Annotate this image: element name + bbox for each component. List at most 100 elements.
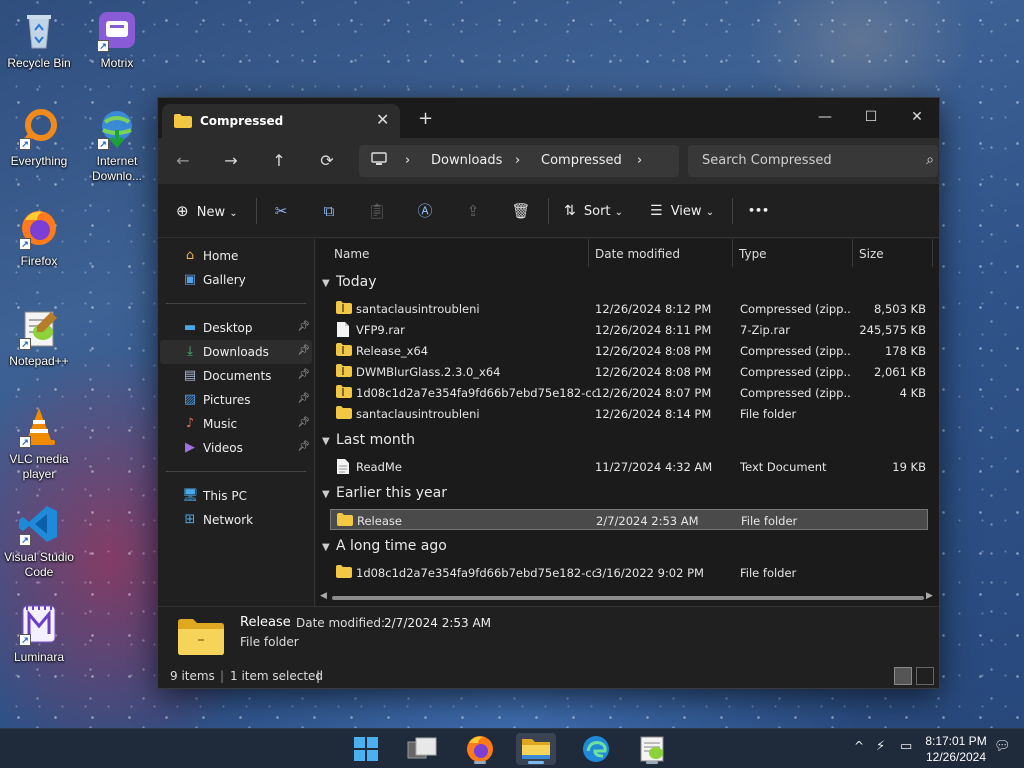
paste-icon[interactable]: 📋︎: [364, 200, 390, 222]
desktop-icon-label: Luminara: [13, 650, 65, 664]
desktop-icon-recycle-bin[interactable]: Recycle Bin: [0, 8, 78, 71]
more-options-button[interactable]: •••: [748, 200, 769, 222]
column-header-date[interactable]: Date modified: [595, 247, 680, 261]
taskbar-firefox[interactable]: [460, 733, 500, 765]
sidebar-item-desktop[interactable]: ▬ Desktop 📌︎: [160, 316, 312, 340]
pin-icon: 📌︎: [297, 417, 310, 428]
column-divider[interactable]: [932, 239, 933, 267]
sidebar-item-videos[interactable]: ▶ Videos 📌︎: [160, 436, 312, 460]
column-divider[interactable]: [588, 239, 589, 267]
desktop-icon-vscode[interactable]: ↗ Visual Studio Code: [0, 502, 78, 580]
sidebar-item-documents[interactable]: ▤ Documents 📌︎: [160, 364, 312, 388]
group-header-today[interactable]: ▼ Today: [322, 274, 377, 290]
group-header-earlier-this-year[interactable]: ▼ Earlier this year: [322, 485, 447, 501]
rename-icon[interactable]: Ⓐ: [412, 200, 438, 222]
taskbar-edge[interactable]: [576, 733, 616, 765]
refresh-icon[interactable]: ⟳: [312, 148, 342, 174]
share-icon[interactable]: ⇪: [460, 200, 486, 222]
desktop-icon-firefox[interactable]: ↗ Firefox: [0, 206, 78, 269]
search-input[interactable]: Search Compressed ⌕: [688, 145, 938, 177]
horizontal-scrollbar[interactable]: ◀ ▶: [320, 591, 935, 603]
sidebar-item-home[interactable]: ⌂ Home: [160, 244, 312, 268]
sidebar-item-pictures[interactable]: ▨ Pictures 📌︎: [160, 388, 312, 412]
view-label: View: [670, 204, 702, 219]
back-arrow-icon[interactable]: ←: [168, 148, 198, 174]
sort-button[interactable]: ⇅ Sort ⌄: [564, 200, 623, 222]
list-item[interactable]: 1d08c1d2a7e354fa9fd66b7ebd75e182-cde... …: [330, 382, 928, 403]
sidebar-item-network[interactable]: ⊞ Network: [160, 508, 312, 532]
desktop-icon-vlc[interactable]: ↗ VLC media player: [0, 404, 78, 482]
desktop-icon-internet-download-manager[interactable]: ↗ Internet Downlo...: [78, 106, 156, 184]
list-item[interactable]: ReadMe 11/27/2024 4:32 AM Text Document …: [330, 456, 928, 477]
details-view-icon[interactable]: [894, 667, 912, 685]
address-bar[interactable]: › Downloads › Compressed ›: [359, 145, 679, 177]
tab-compressed[interactable]: Compressed ✕: [162, 104, 400, 138]
sidebar-item-downloads[interactable]: ⤓ Downloads 📌︎: [160, 340, 312, 364]
everything-search-icon: ↗: [17, 106, 61, 150]
file-date: 12/26/2024 8:07 PM: [595, 386, 712, 400]
column-divider[interactable]: [852, 239, 853, 267]
network-icon: ⊞: [184, 512, 196, 527]
group-header-last-month[interactable]: ▼ Last month: [322, 432, 415, 448]
sidebar-item-label: Documents: [203, 369, 272, 383]
search-placeholder: Search Compressed: [702, 153, 832, 168]
list-item[interactable]: 1d08c1d2a7e354fa9fd66b7ebd75e182-cde... …: [330, 562, 928, 583]
column-header-size[interactable]: Size: [859, 247, 884, 261]
forward-arrow-icon[interactable]: →: [216, 148, 246, 174]
item-count: 9 items: [170, 669, 215, 683]
shortcut-arrow-icon: ↗: [19, 634, 31, 646]
gallery-icon: ▣: [183, 272, 197, 287]
desktop-icon-everything[interactable]: ↗ Everything: [0, 106, 78, 169]
file-date: 2/7/2024 2:53 AM: [596, 514, 699, 528]
minimize-button[interactable]: —: [802, 102, 848, 132]
group-header-long-time-ago[interactable]: ▼ A long time ago: [322, 538, 447, 554]
desktop-icon-label: Visual Studio Code: [4, 550, 74, 579]
copy-icon[interactable]: ⧉: [316, 200, 342, 222]
close-window-button[interactable]: ✕: [894, 102, 940, 132]
start-button[interactable]: [346, 733, 386, 765]
new-tab-button[interactable]: +: [418, 108, 433, 129]
new-button[interactable]: ⊕ New ⌄: [176, 200, 238, 222]
sidebar-item-label: Downloads: [203, 345, 269, 359]
list-item[interactable]: santaclausintroubleni 12/26/2024 8:12 PM…: [330, 298, 928, 319]
column-header-name[interactable]: Name: [334, 247, 369, 261]
sidebar-item-this-pc[interactable]: 🖥︎ This PC: [160, 484, 312, 508]
column-header-type[interactable]: Type: [739, 247, 767, 261]
notification-icon[interactable]: 💬︎: [994, 739, 1011, 754]
file-type: File folder: [741, 514, 798, 528]
scroll-right-icon[interactable]: ▶: [926, 591, 933, 601]
show-hidden-icons-chevron[interactable]: ^: [854, 739, 864, 753]
scroll-left-icon[interactable]: ◀: [320, 591, 327, 601]
sidebar-item-music[interactable]: ♪ Music 📌︎: [160, 412, 312, 436]
list-item[interactable]: DWMBlurGlass.2.3.0_x64 12/26/2024 8:08 P…: [330, 361, 928, 382]
taskbar-notepad-plus-plus[interactable]: [632, 733, 672, 765]
display-icon[interactable]: ▭: [900, 739, 912, 754]
sidebar-item-gallery[interactable]: ▣ Gallery: [160, 268, 312, 292]
taskbar-clock[interactable]: 8:17:01 PM 12/26/2024: [918, 733, 994, 765]
desktop-icon-motrix[interactable]: ↗ Motrix: [78, 8, 156, 71]
desktop-icon-luminara[interactable]: ↗ Luminara: [0, 602, 78, 665]
up-arrow-icon[interactable]: ↑: [264, 148, 294, 174]
cut-icon[interactable]: ✂: [268, 200, 294, 222]
task-view-button[interactable]: [402, 733, 442, 765]
file-type: Text Document: [740, 460, 827, 474]
list-item[interactable]: VFP9.rar 12/26/2024 8:11 PM 7-Zip.rar 24…: [330, 319, 928, 340]
close-tab-icon[interactable]: ✕: [376, 110, 389, 129]
sidebar-item-label: Music: [203, 417, 238, 431]
view-button[interactable]: ☰ View ⌄: [650, 200, 714, 222]
breadcrumb-downloads[interactable]: Downloads: [431, 153, 502, 168]
column-divider[interactable]: [732, 239, 733, 267]
network-status-icon[interactable]: ⚡︎: [876, 739, 885, 754]
tiles-view-icon[interactable]: [916, 667, 934, 685]
delete-icon[interactable]: 🗑︎: [508, 200, 534, 222]
list-item[interactable]: santaclausintroubleni 12/26/2024 8:14 PM…: [330, 403, 928, 424]
breadcrumb-separator: ›: [637, 153, 643, 168]
maximize-button[interactable]: ☐: [848, 102, 894, 132]
new-label: New: [196, 205, 226, 220]
taskbar-file-explorer[interactable]: [516, 733, 556, 765]
list-item-selected[interactable]: Release 2/7/2024 2:53 AM File folder: [330, 509, 928, 530]
breadcrumb-compressed[interactable]: Compressed: [541, 153, 622, 168]
list-item[interactable]: Release_x64 12/26/2024 8:08 PM Compresse…: [330, 340, 928, 361]
scrollbar-thumb[interactable]: [332, 596, 924, 600]
desktop-icon-notepad-plus-plus[interactable]: ↗ Notepad++: [0, 306, 78, 369]
